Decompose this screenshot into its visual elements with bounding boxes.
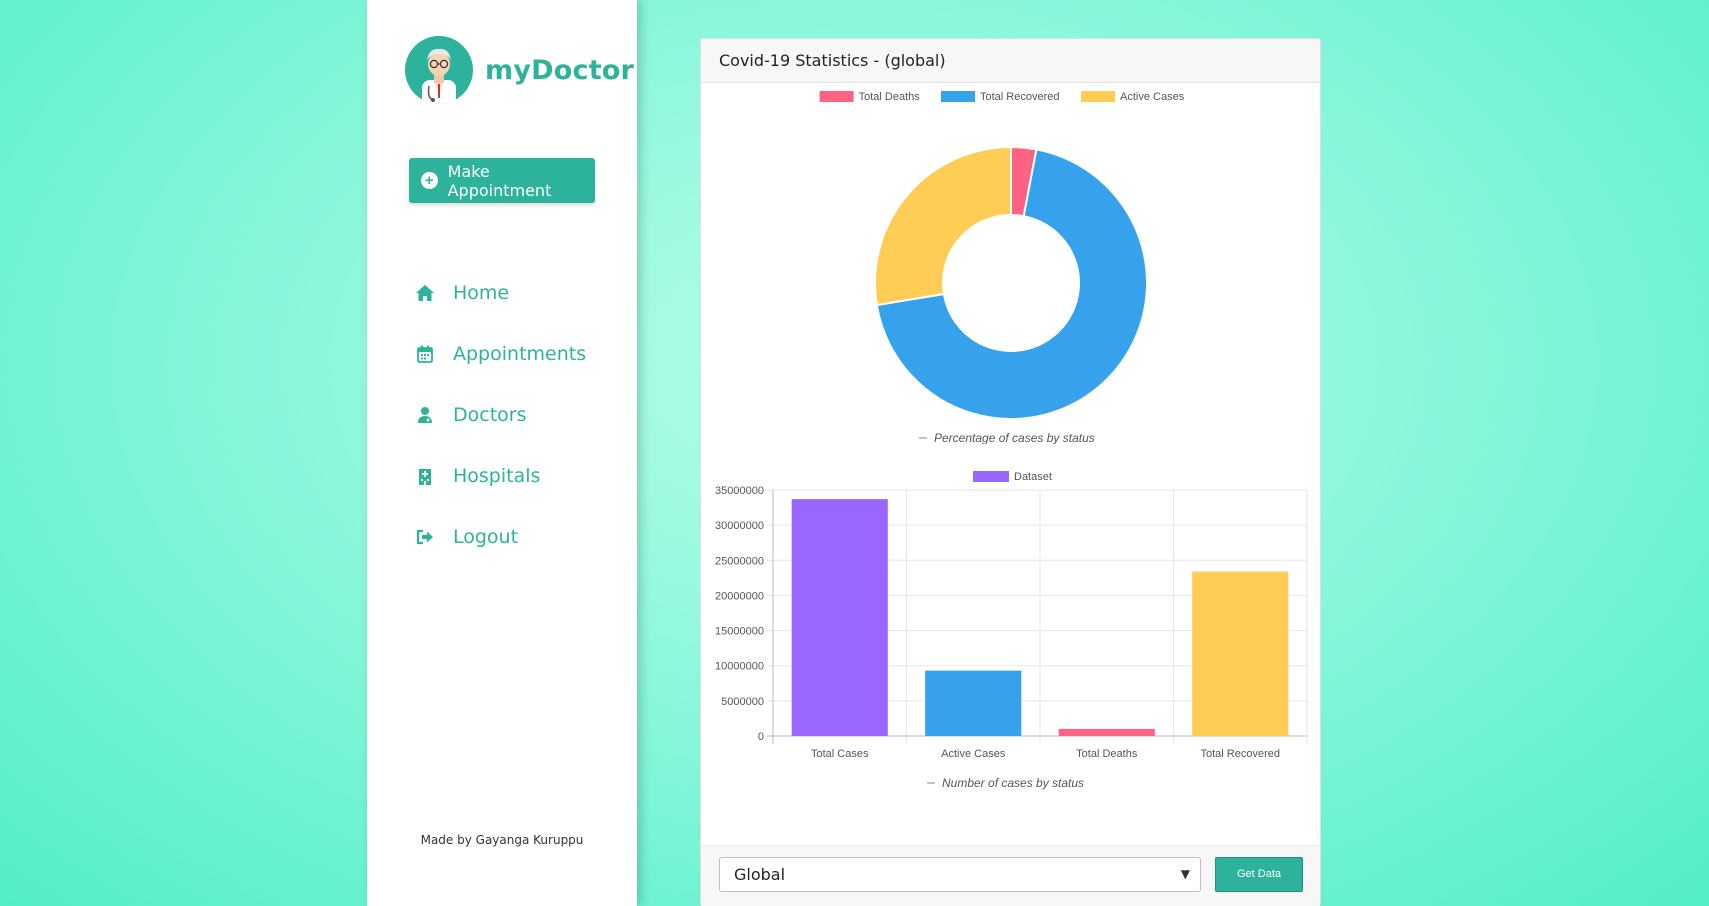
covid-stats-card: Covid-19 Statistics - (global) Total Dea… xyxy=(700,38,1321,906)
region-select-value: Global xyxy=(734,865,786,884)
legend-label: Active Cases xyxy=(1120,91,1185,103)
calendar-icon xyxy=(415,344,435,364)
bar[interactable] xyxy=(1058,728,1155,736)
make-appointment-button[interactable]: + Make Appointment xyxy=(409,158,595,203)
sidebar-item-label: Doctors xyxy=(453,403,527,426)
sidebar-nav: Home Appointments Doctors Hospitals Logo… xyxy=(415,262,586,567)
y-tick-label: 15000000 xyxy=(715,626,764,638)
y-tick-label: 35000000 xyxy=(715,485,764,497)
y-tick-label: 30000000 xyxy=(715,520,764,532)
doughnut-chart: Total Deaths Total Recovered Active Cases … xyxy=(819,91,1185,444)
legend-label: Total Deaths xyxy=(859,91,921,103)
sidebar-item-label: Hospitals xyxy=(453,464,541,487)
y-tick-label: 10000000 xyxy=(715,661,764,673)
bar-chart: Dataset 35000000 30000000 25000000 20000000… xyxy=(715,471,1308,790)
y-tick-label: 0 xyxy=(758,731,764,743)
sidebar-item-doctors[interactable]: Doctors xyxy=(415,384,586,445)
sidebar-item-logout[interactable]: Logout xyxy=(415,506,586,567)
sidebar-item-hospitals[interactable]: Hospitals xyxy=(415,445,586,506)
legend-label: Total Recovered xyxy=(980,91,1060,103)
brand[interactable]: myDoctor xyxy=(405,36,634,104)
sidebar: myDoctor + Make Appointment Home Appoint… xyxy=(367,0,637,906)
sidebar-item-label: Home xyxy=(453,281,510,304)
legend-swatch xyxy=(1081,91,1115,102)
brand-name: myDoctor xyxy=(485,54,635,86)
legend-swatch xyxy=(973,471,1009,482)
legend-swatch xyxy=(819,91,854,102)
sidebar-item-appointments[interactable]: Appointments xyxy=(415,323,586,384)
doctor-icon xyxy=(415,405,435,425)
get-data-button[interactable]: Get Data xyxy=(1215,857,1303,892)
made-by-credit: Made by Gayanga Kuruppu xyxy=(420,833,584,847)
bar[interactable] xyxy=(1192,571,1289,736)
chart-caption: Number of cases by status xyxy=(942,776,1084,790)
legend-swatch xyxy=(941,91,975,102)
sidebar-item-home[interactable]: Home xyxy=(415,262,586,323)
home-icon xyxy=(415,283,435,303)
make-appointment-label: Make Appointment xyxy=(447,161,552,200)
x-tick-label: Total Cases xyxy=(811,748,869,760)
bar[interactable] xyxy=(791,499,888,736)
chevron-down-icon: ▼ xyxy=(1180,867,1190,881)
doctor-avatar-icon xyxy=(405,36,473,104)
x-tick-label: Active Cases xyxy=(941,748,1006,760)
plus-circle-icon: + xyxy=(421,172,438,189)
bar[interactable] xyxy=(925,670,1022,736)
y-tick-label: 5000000 xyxy=(721,696,764,708)
logout-icon xyxy=(415,527,435,547)
x-tick-label: Total Recovered xyxy=(1201,748,1281,760)
card-title: Covid-19 Statistics - (global) xyxy=(701,39,1320,83)
y-tick-label: 25000000 xyxy=(715,555,764,567)
card-footer: Global ▼ Get Data xyxy=(701,845,1320,906)
doughnut-slice[interactable] xyxy=(874,145,1012,307)
chart-caption: Percentage of cases by status xyxy=(934,431,1095,444)
legend-label: Dataset xyxy=(1014,471,1052,483)
x-tick-label: Total Deaths xyxy=(1076,748,1138,760)
region-select[interactable]: Global ▼ xyxy=(719,857,1201,892)
y-tick-label: 20000000 xyxy=(715,590,764,602)
hospital-icon xyxy=(415,466,435,486)
sidebar-item-label: Appointments xyxy=(453,342,587,365)
sidebar-item-label: Logout xyxy=(453,525,519,548)
